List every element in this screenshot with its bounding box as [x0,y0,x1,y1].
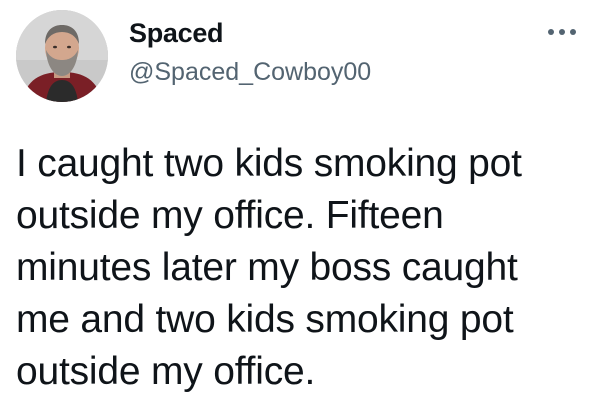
tweet-card: Spaced @Spaced_Cowboy00 I caught two kid… [0,0,599,407]
display-name[interactable]: Spaced [129,16,224,50]
avatar[interactable] [16,10,108,102]
user-handle[interactable]: @Spaced_Cowboy00 [129,56,371,88]
tweet-text: I caught two kids smoking pot outside my… [16,142,522,393]
avatar-photo-icon [16,10,108,102]
more-options-icon [548,29,576,35]
more-options-button[interactable] [545,22,579,42]
